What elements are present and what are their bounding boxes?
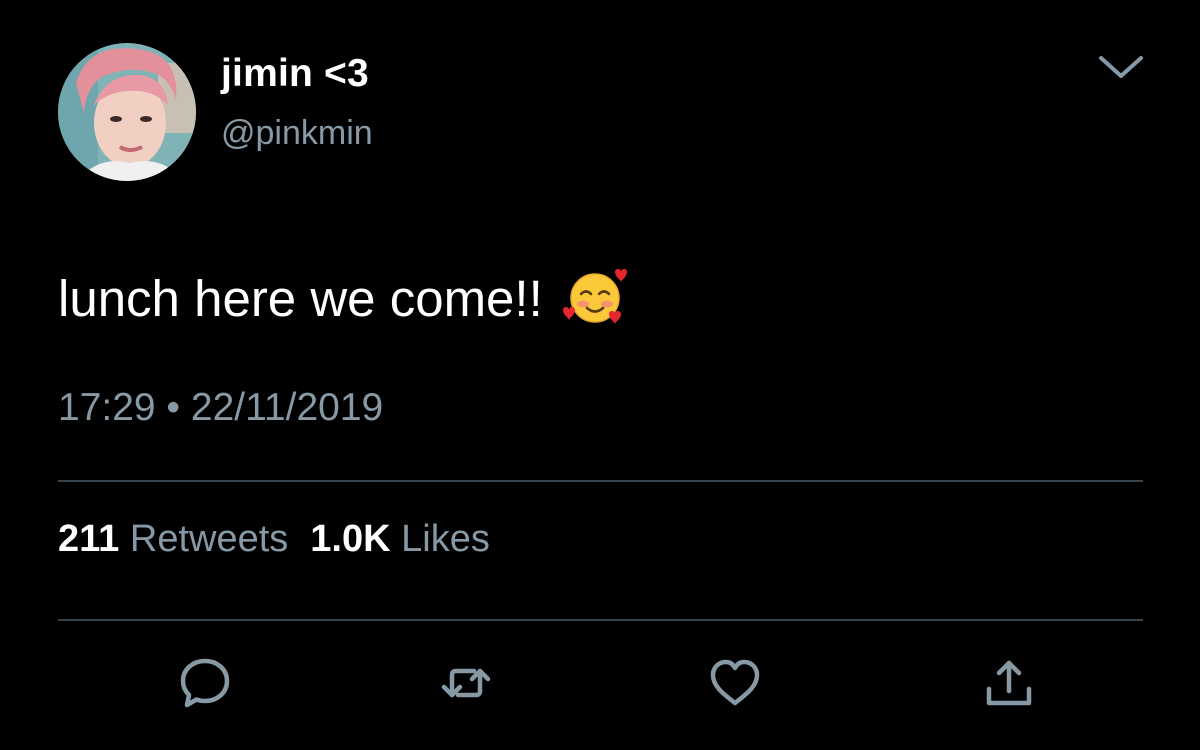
share-icon[interactable]	[981, 655, 1037, 711]
heart-icon[interactable]	[707, 655, 763, 711]
avatar-image	[58, 43, 196, 181]
divider	[58, 480, 1143, 482]
user-handle[interactable]: @pinkmin	[221, 114, 373, 153]
retweet-icon[interactable]	[438, 655, 494, 711]
tweet-stats: 211 Retweets 1.0K Likes	[58, 518, 490, 561]
divider	[58, 619, 1143, 621]
chevron-down-icon[interactable]	[1096, 52, 1146, 82]
likes-count: 1.0K	[310, 518, 391, 560]
tweet-text-content: lunch here we come!!	[58, 270, 543, 327]
retweets-stat[interactable]: 211 Retweets	[58, 518, 288, 560]
retweets-count: 211	[58, 518, 120, 560]
reply-icon[interactable]	[177, 655, 233, 711]
display-name[interactable]: jimin <3	[221, 52, 369, 96]
avatar[interactable]	[58, 43, 196, 181]
likes-label: Likes	[401, 518, 490, 560]
smiling-face-with-hearts-icon	[562, 264, 627, 328]
likes-stat[interactable]: 1.0K Likes	[310, 518, 490, 560]
tweet-text: lunch here we come!!	[58, 264, 627, 331]
tweet-timestamp[interactable]: 17:29 • 22/11/2019	[58, 386, 383, 430]
retweets-label: Retweets	[129, 518, 289, 560]
